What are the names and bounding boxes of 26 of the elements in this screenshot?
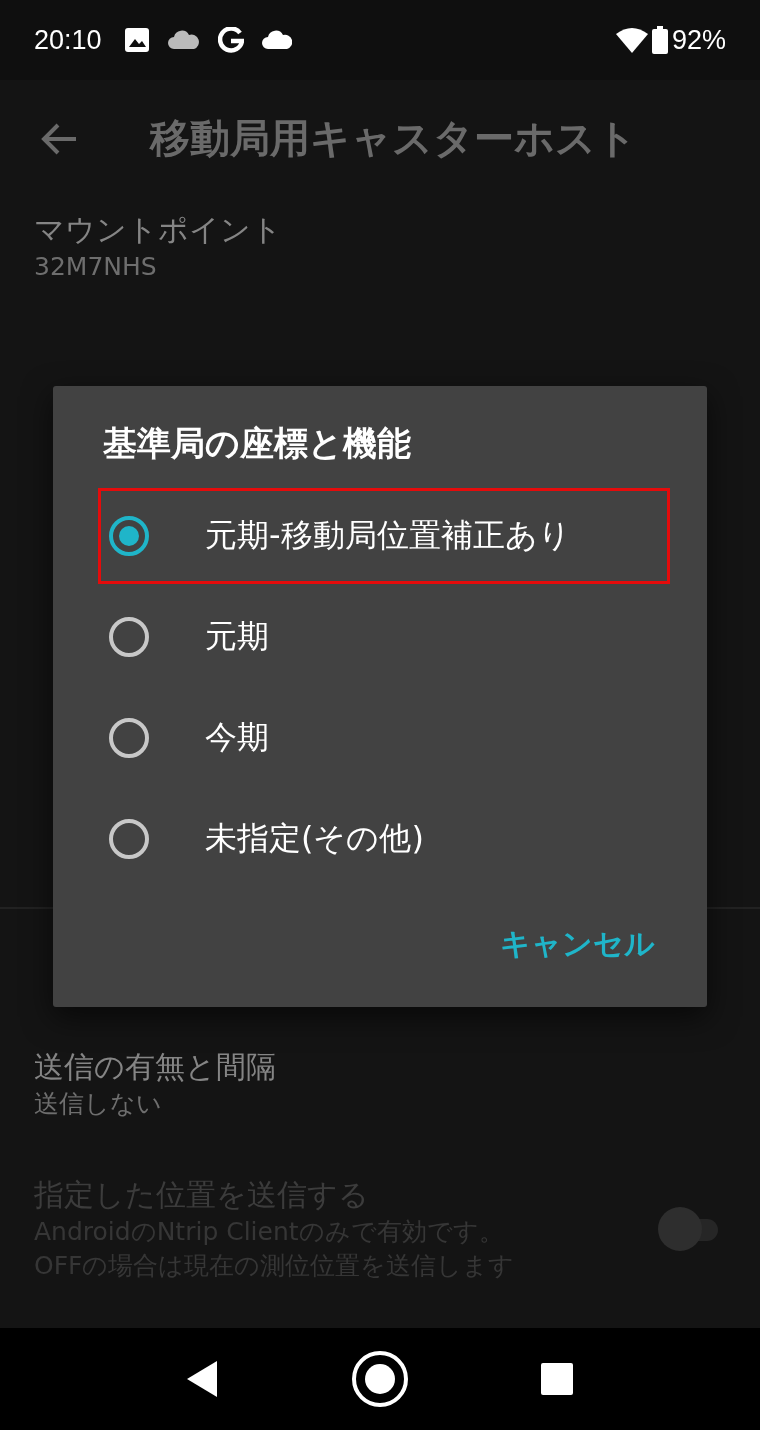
- g-logo-icon: [217, 27, 244, 53]
- cloud-icon: [167, 30, 200, 50]
- cloud-icon: [261, 30, 292, 50]
- radio-option[interactable]: 未指定(その他): [98, 791, 670, 887]
- back-icon[interactable]: [187, 1361, 219, 1397]
- radio-button-icon: [109, 516, 149, 556]
- battery-percent: 92%: [671, 24, 726, 56]
- setting-summary: 32M7NHS: [34, 251, 158, 283]
- cancel-button[interactable]: キャンセル: [488, 912, 667, 977]
- radio-option[interactable]: 今期: [98, 690, 670, 786]
- battery-icon: [651, 26, 668, 54]
- radio-button-icon: [109, 819, 149, 859]
- setting-title: マウントポイント: [34, 211, 283, 249]
- dialog-title: 基準局の座標と機能: [103, 422, 412, 465]
- back-arrow-icon[interactable]: [40, 121, 78, 156]
- wifi-icon: [615, 27, 648, 53]
- radio-button-icon: [109, 617, 149, 657]
- radio-option[interactable]: 元期: [98, 589, 670, 685]
- image-icon: [123, 27, 150, 53]
- setting-title: 送信の有無と間隔: [34, 1048, 277, 1086]
- screen-title: 移動局用キャスターホスト: [150, 114, 637, 163]
- clock-time: 20:10: [34, 24, 102, 56]
- radio-option[interactable]: 元期-移動局位置補正あり: [98, 488, 670, 584]
- radio-button-icon: [109, 718, 149, 758]
- home-icon[interactable]: [351, 1350, 409, 1408]
- setting-summary: 送信しない: [34, 1088, 163, 1120]
